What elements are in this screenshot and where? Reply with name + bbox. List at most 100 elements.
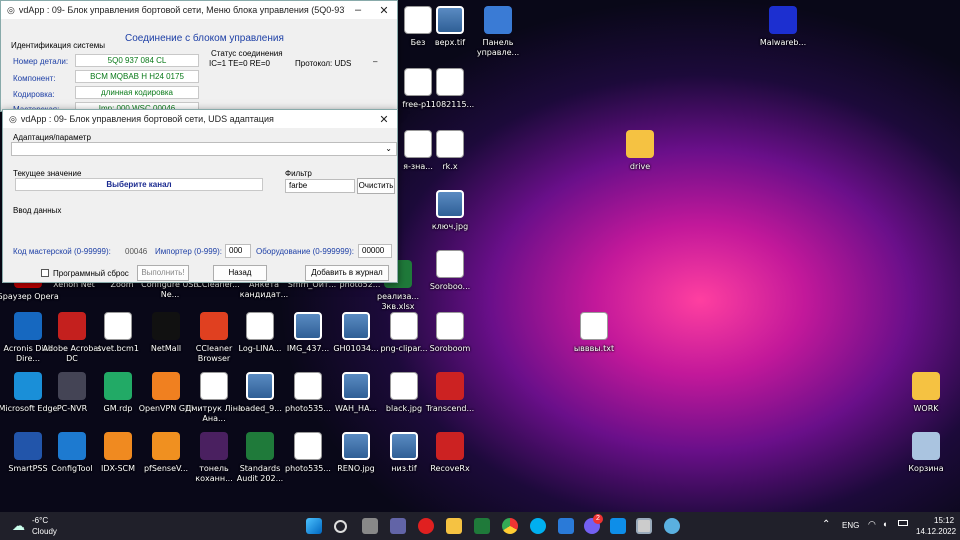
- teamviewer-icon[interactable]: [610, 518, 626, 534]
- status-dash: –: [373, 57, 378, 66]
- back-button[interactable]: Назад: [213, 265, 267, 281]
- file-icon: [246, 432, 274, 460]
- skype-icon[interactable]: [530, 518, 546, 534]
- file-icon: [58, 312, 86, 340]
- window-title: vdApp : 09- Блок управления бортовой сет…: [20, 114, 274, 124]
- importer-label: Импортер (0-999):: [155, 247, 223, 256]
- file-icon: [626, 130, 654, 158]
- battery-icon[interactable]: [898, 520, 908, 526]
- chevron-down-icon: ⌄: [385, 144, 392, 153]
- desktop-icon[interactable]: Soroboom: [422, 310, 478, 370]
- tray-chevron-icon[interactable]: ⌃: [822, 519, 830, 530]
- file-icon: [152, 432, 180, 460]
- desktop-icon[interactable]: ключ.jpg: [422, 188, 478, 248]
- desktop-icon[interactable]: Корзина: [898, 430, 954, 490]
- desktop-icon-label: Malwareb...: [759, 38, 807, 47]
- file-icon: [436, 190, 464, 218]
- vdapp-icon[interactable]: [636, 518, 652, 534]
- reset-checkbox[interactable]: [41, 269, 49, 277]
- file-icon: [104, 432, 132, 460]
- protocol-text: Протокол: UDS: [295, 59, 352, 68]
- importer-input[interactable]: 000: [225, 244, 251, 258]
- file-icon: [484, 6, 512, 34]
- desktop-icon[interactable]: Soroboo...: [422, 248, 478, 308]
- excel-icon[interactable]: [474, 518, 490, 534]
- reset-label: Программный сброс: [53, 269, 129, 278]
- chat-icon[interactable]: [390, 518, 406, 534]
- file-icon: [436, 68, 464, 96]
- desktop-icon[interactable]: Transcend...: [422, 370, 478, 430]
- file-icon: [104, 312, 132, 340]
- file-icon: [390, 312, 418, 340]
- close-icon[interactable]: ✕: [371, 113, 397, 126]
- control-unit-menu-window[interactable]: ◎ vdApp : 09- Блок управления бортовой с…: [0, 0, 398, 115]
- file-icon: [436, 130, 464, 158]
- title-bar[interactable]: ◎ vdApp : 09- Блок управления бортовой с…: [3, 110, 397, 128]
- file-icon: [912, 432, 940, 460]
- clear-button[interactable]: Очистить: [357, 178, 395, 194]
- start-icon[interactable]: [306, 518, 322, 534]
- mail-icon[interactable]: [558, 518, 574, 534]
- add-to-log-button[interactable]: Добавить в журнал: [305, 265, 389, 281]
- part-number-value: 5Q0 937 084 CL: [75, 54, 199, 67]
- desktop-icon[interactable]: Malwareb...: [755, 4, 811, 64]
- filter-input[interactable]: farbe: [285, 179, 355, 193]
- data-entry-label: Ввод данных: [13, 206, 62, 215]
- file-icon: [104, 372, 132, 400]
- desktop-icon[interactable]: 11082115...: [422, 66, 478, 126]
- desktop-icon[interactable]: Панель управле...: [470, 4, 526, 64]
- cloud-icon: ☁: [12, 518, 25, 533]
- file-icon: [200, 372, 228, 400]
- desktop-icon-label: Soroboo...: [429, 282, 471, 291]
- execute-button[interactable]: Выполнить!: [137, 265, 189, 281]
- minimize-icon[interactable]: –: [345, 4, 371, 16]
- filter-label: Фильтр: [285, 169, 312, 178]
- desktop-icon-label: 11082115...: [425, 100, 475, 109]
- file-icon: [580, 312, 608, 340]
- file-icon: [436, 312, 464, 340]
- file-icon: [246, 312, 274, 340]
- desktop-icon-label: drive: [629, 162, 651, 171]
- title-bar[interactable]: ◎ vdApp : 09- Блок управления бортовой с…: [1, 1, 397, 19]
- opera-icon[interactable]: [418, 518, 434, 534]
- close-icon[interactable]: ✕: [371, 4, 397, 17]
- taskbar: ☁ -6°C Cloudy 2 ⌃ ENG ◠ ◖ 15:12 14.12.20…: [0, 512, 960, 540]
- clock-date[interactable]: 14.12.2022: [916, 527, 956, 536]
- wifi-icon[interactable]: ◠: [868, 519, 876, 530]
- workshop-code-label: Код мастерской (0-99999):: [13, 247, 111, 256]
- file-icon: [14, 372, 42, 400]
- language-indicator[interactable]: ENG: [842, 521, 859, 530]
- search-icon[interactable]: [334, 520, 347, 533]
- equipment-input[interactable]: 00000: [358, 244, 392, 258]
- file-icon: [58, 372, 86, 400]
- desktop-icon-label: Корзина: [908, 464, 944, 473]
- id-group-label: Идентификация системы: [11, 41, 105, 50]
- file-icon: [390, 432, 418, 460]
- file-icon: [58, 432, 86, 460]
- clock-time[interactable]: 15:12: [934, 516, 954, 525]
- explorer-icon[interactable]: [446, 518, 462, 534]
- uds-adaptation-window[interactable]: ◎ vdApp : 09- Блок управления бортовой с…: [2, 109, 398, 283]
- desktop-icon[interactable]: RecoveRx: [422, 430, 478, 490]
- current-value-label: Текущее значение: [13, 169, 82, 178]
- desktop-icon-label: WORK: [913, 404, 939, 413]
- coding-label: Кодировка:: [13, 90, 55, 99]
- workshop-code-value: 00046: [125, 247, 148, 256]
- chrome-icon[interactable]: [502, 518, 518, 534]
- weather-temp[interactable]: -6°C: [32, 516, 48, 525]
- weather-text[interactable]: Cloudy: [32, 527, 57, 536]
- desktop-icon[interactable]: drive: [612, 128, 668, 188]
- status-text: IC=1 TE=0 RE=0: [209, 59, 270, 68]
- component-value: BCM MQBAB H H24 0175: [75, 70, 199, 83]
- volume-icon[interactable]: ◖: [882, 519, 887, 529]
- adaptation-select[interactable]: ⌄: [11, 142, 397, 156]
- desktop-icon-label: Панель управле...: [476, 38, 520, 57]
- task-view-icon[interactable]: [362, 518, 378, 534]
- desktop-icon[interactable]: WORK: [898, 370, 954, 430]
- network-app-icon[interactable]: [664, 518, 680, 534]
- desktop-icon[interactable]: ывввы.txt: [566, 310, 622, 370]
- file-icon: [769, 6, 797, 34]
- desktop-icon-label: RecoveRx: [430, 464, 470, 473]
- file-icon: [246, 372, 274, 400]
- desktop-icon[interactable]: rk.x: [422, 128, 478, 188]
